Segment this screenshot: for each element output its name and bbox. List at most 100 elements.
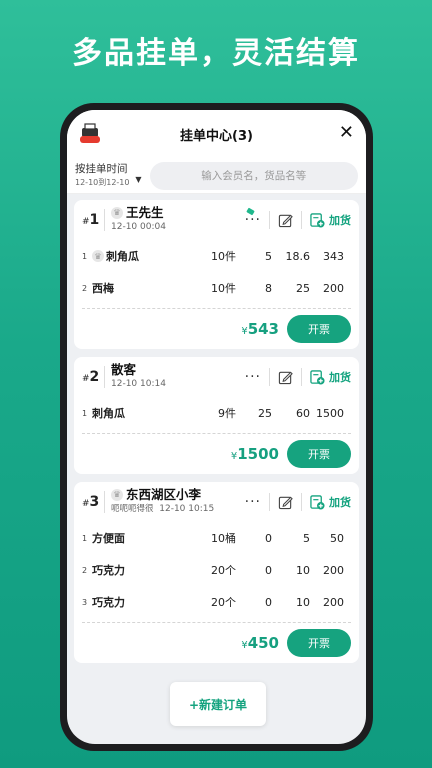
divider (301, 211, 302, 229)
item-row[interactable]: 3 巧克力 20个 0 10 200 (82, 586, 351, 618)
page-title: 挂单中心(3) (180, 128, 253, 144)
item-name-text: 方便面 (92, 532, 125, 545)
edit-icon[interactable] (278, 213, 293, 228)
order-actions: ··· 加货 (245, 368, 351, 386)
item-index: 2 (82, 565, 88, 575)
item-name: ♛ 刺角瓜 (92, 248, 176, 264)
more-icon[interactable]: ··· (245, 369, 261, 385)
order-header: #2 散客 12-10 10:14 ··· 加货 (74, 357, 359, 397)
add-goods-button[interactable]: 加货 (310, 369, 351, 385)
item-list: 1 刺角瓜 9件 25 60 1500 (74, 397, 359, 429)
add-goods-button[interactable]: 加货 (310, 212, 351, 228)
item-name-text: 刺角瓜 (92, 407, 125, 420)
item-price: 5 (303, 531, 310, 545)
add-goods-label: 加货 (329, 371, 351, 384)
divider (301, 493, 302, 511)
order-actions: ··· 加货 (245, 211, 351, 229)
item-row[interactable]: 1 刺角瓜 9件 25 60 1500 (82, 397, 351, 429)
divider (301, 368, 302, 386)
item-row[interactable]: 1 方便面 10桶 0 5 50 (82, 522, 351, 554)
item-col3: 8 (265, 281, 272, 295)
item-amount: 50 (330, 531, 344, 545)
item-row[interactable]: 2 巧克力 20个 0 10 200 (82, 554, 351, 586)
promo-headline: 多品挂单，灵活结算 (72, 36, 360, 71)
item-name-text: 巧克力 (92, 596, 125, 609)
add-goods-icon (310, 369, 325, 385)
app-screen: 今日 挂单中心(3) ✕ 按挂单时间 12-10到12-10 ▼ 输入会员名，货… (67, 110, 366, 744)
customer-name-text: 王先生 (126, 205, 164, 220)
new-order-button[interactable]: +新建订单 (170, 682, 266, 726)
crown-icon: ♛ (111, 489, 123, 501)
edit-icon[interactable] (278, 495, 293, 510)
divider (104, 366, 105, 388)
item-name-text: 刺角瓜 (106, 250, 139, 263)
filter-bar: 按挂单时间 12-10到12-10 ▼ 输入会员名，货品名等 (67, 158, 366, 194)
item-quantity: 10件 (211, 250, 236, 263)
item-index: 1 (82, 251, 88, 261)
printer-icon[interactable] (79, 122, 101, 144)
item-row[interactable]: 2 西梅 10件 8 25 200 (82, 272, 351, 304)
order-time: 12-10 10:14 (111, 377, 166, 391)
order-footer: ¥543 开票 (74, 309, 359, 349)
order-total: ¥450 (241, 634, 279, 652)
order-card[interactable]: #3 ♛ 东西湖区小李 呃呃呃得很 12-10 10:15 ··· 加货 1 方… (74, 482, 359, 663)
divider (104, 491, 105, 513)
order-total-value: 450 (247, 634, 279, 652)
sort-selector[interactable]: 按挂单时间 12-10到12-10 ▼ (75, 162, 142, 189)
order-number-value: 3 (89, 494, 100, 510)
order-header: #1 ♛ 王先生 12-10 00:04 ··· 加货 (74, 200, 359, 240)
add-goods-label: 加货 (329, 496, 351, 509)
item-quantity: 10件 (211, 282, 236, 295)
customer-name: ♛ 王先生 (111, 206, 166, 220)
item-row[interactable]: 1 ♛ 刺角瓜 10件 5 18.6 343 (82, 240, 351, 272)
add-goods-icon (310, 212, 325, 228)
order-note: 呃呃呃得很 (111, 504, 154, 514)
item-col3: 0 (265, 563, 272, 577)
order-total: ¥1500 (231, 445, 279, 463)
item-amount: 1500 (316, 406, 344, 420)
add-goods-icon (310, 494, 325, 510)
issue-button[interactable]: 开票 (287, 629, 351, 657)
customer-info: ♛ 王先生 12-10 00:04 (111, 206, 166, 234)
item-price: 10 (296, 595, 310, 609)
close-icon[interactable]: ✕ (339, 122, 354, 143)
item-quantity: 20个 (211, 596, 236, 609)
phone-frame: 今日 挂单中心(3) ✕ 按挂单时间 12-10到12-10 ▼ 输入会员名，货… (60, 103, 373, 751)
item-col3: 0 (265, 531, 272, 545)
order-time: 呃呃呃得很 12-10 10:15 (111, 502, 214, 516)
order-total: ¥543 (241, 320, 279, 338)
item-quantity: 10桶 (211, 532, 236, 545)
order-header: #3 ♛ 东西湖区小李 呃呃呃得很 12-10 10:15 ··· 加货 (74, 482, 359, 522)
item-amount: 343 (323, 249, 344, 263)
issue-button[interactable]: 开票 (287, 315, 351, 343)
edit-icon[interactable] (278, 370, 293, 385)
item-price: 25 (296, 281, 310, 295)
order-time-text: 12-10 10:15 (159, 504, 215, 514)
item-list: 1 ♛ 刺角瓜 10件 5 18.6 343 2 西梅 10件 8 25 200 (74, 240, 359, 304)
item-col3: 0 (265, 595, 272, 609)
more-icon[interactable]: ··· (245, 494, 261, 510)
add-goods-label: 加货 (329, 214, 351, 227)
sort-label: 按挂单时间 (75, 162, 128, 175)
order-list: #1 ♛ 王先生 12-10 00:04 ··· 加货 1 ♛ 刺角瓜 10件 … (67, 194, 366, 663)
caret-down-icon: ▼ (135, 174, 142, 184)
order-card[interactable]: #1 ♛ 王先生 12-10 00:04 ··· 加货 1 ♛ 刺角瓜 10件 … (74, 200, 359, 349)
divider (269, 211, 270, 229)
search-input[interactable]: 输入会员名，货品名等 (149, 161, 358, 190)
divider (269, 493, 270, 511)
issue-button[interactable]: 开票 (287, 440, 351, 468)
order-number: #2 (82, 369, 100, 385)
item-name-text: 西梅 (92, 282, 114, 295)
add-goods-button[interactable]: 加货 (310, 494, 351, 510)
order-actions: ··· 加货 (245, 493, 351, 511)
item-name: 西梅 (92, 280, 176, 296)
order-card[interactable]: #2 散客 12-10 10:14 ··· 加货 1 刺角瓜 9件 25 60 … (74, 357, 359, 474)
item-col3: 25 (258, 406, 272, 420)
item-list: 1 方便面 10桶 0 5 50 2 巧克力 20个 0 10 200 3 巧克… (74, 522, 359, 618)
order-number-value: 2 (89, 369, 100, 385)
item-index: 2 (82, 283, 88, 293)
item-name: 巧克力 (92, 562, 176, 578)
order-time-text: 12-10 10:14 (111, 379, 166, 389)
item-name: 方便面 (92, 530, 176, 546)
item-col3: 5 (265, 249, 272, 263)
